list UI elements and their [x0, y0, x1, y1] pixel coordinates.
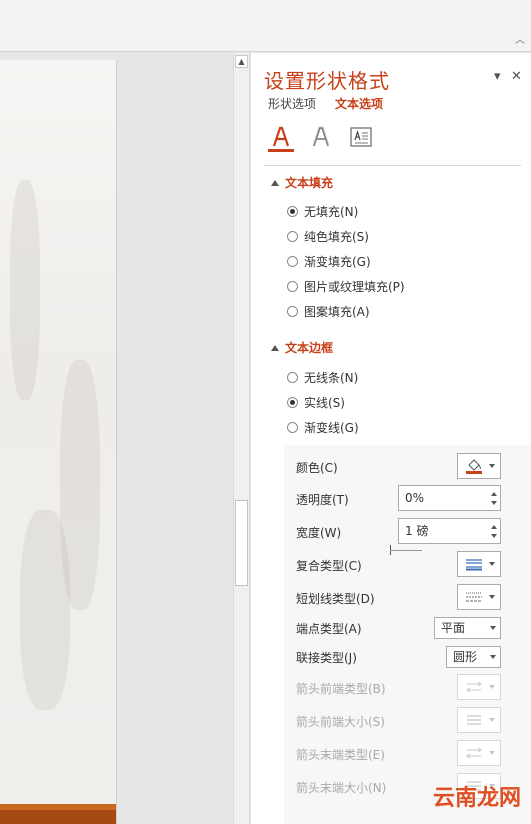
arrow-begin-type-button[interactable]: [457, 674, 501, 700]
radio-no-line[interactable]: 无线条(N): [287, 370, 358, 386]
slide-texture: [10, 180, 40, 400]
dash-lines-icon: [466, 592, 482, 602]
pane-title: 设置形状格式: [264, 69, 390, 93]
radio-solid-line[interactable]: 实线(S): [287, 395, 345, 411]
compound-type-label: 复合类型(C): [296, 559, 362, 573]
text-fill-outline-icon[interactable]: [269, 125, 293, 149]
arrow-begin-size-button[interactable]: [457, 707, 501, 733]
radio-picture-fill[interactable]: 图片或纹理填充(P): [287, 279, 405, 295]
join-type-select[interactable]: 圆形: [446, 646, 501, 668]
arrow-end-type-button[interactable]: [457, 740, 501, 766]
radio-button[interactable]: [287, 281, 298, 292]
textbox-icon[interactable]: [349, 125, 373, 149]
arrow-types-icon: [466, 747, 482, 759]
slide-canvas: [0, 53, 233, 824]
active-category-indicator: [268, 149, 294, 152]
transparency-spinner[interactable]: 0%: [398, 485, 501, 511]
radio-gradient-fill[interactable]: 渐变填充(G): [287, 254, 371, 270]
select-value: 圆形: [453, 650, 478, 664]
arrow-end-size-label: 箭头末端大小(N): [296, 781, 387, 795]
join-type-label: 联接类型(J): [296, 651, 357, 665]
slide-thumbnail[interactable]: [0, 60, 117, 824]
arrow-begin-type-label: 箭头前端类型(B): [296, 682, 386, 696]
radio-button[interactable]: [287, 306, 298, 317]
select-value: 平面: [441, 621, 466, 635]
pane-options-icon[interactable]: ▾: [494, 69, 501, 84]
radio-button[interactable]: [287, 206, 298, 217]
chevron-down-icon: [489, 718, 495, 722]
spin-up-icon[interactable]: [491, 492, 497, 496]
radio-button[interactable]: [287, 397, 298, 408]
radio-no-fill[interactable]: 无填充(N): [287, 204, 358, 220]
collapse-ribbon-icon[interactable]: ︿: [515, 36, 525, 46]
tab-shape-options[interactable]: 形状选项: [268, 95, 316, 112]
spin-down-icon[interactable]: [491, 534, 497, 538]
radio-label: 渐变线(G): [304, 421, 359, 435]
width-spinner[interactable]: 1 磅: [398, 518, 501, 544]
ribbon: ︿: [0, 0, 531, 52]
compound-type-button[interactable]: [457, 551, 501, 577]
transparency-slider[interactable]: [390, 550, 422, 551]
scroll-thumb[interactable]: [235, 500, 248, 586]
radio-gradient-line[interactable]: 渐变线(G): [287, 420, 359, 436]
color-label: 颜色(C): [296, 461, 338, 475]
radio-button[interactable]: [287, 231, 298, 242]
collapse-triangle-icon: [271, 345, 279, 351]
transparency-label: 透明度(T): [296, 493, 349, 507]
chevron-down-icon: [489, 751, 495, 755]
radio-button[interactable]: [287, 256, 298, 267]
chevron-down-icon: [489, 685, 495, 689]
text-effects-icon[interactable]: [309, 125, 333, 149]
radio-label: 渐变填充(G): [304, 255, 371, 269]
outline-color-button[interactable]: [457, 453, 501, 479]
chevron-down-icon: [490, 655, 496, 659]
radio-label: 实线(S): [304, 396, 345, 410]
arrow-sizes-icon: [467, 715, 481, 725]
radio-label: 图片或纹理填充(P): [304, 280, 405, 294]
outline-properties-panel: 颜色(C) 透明度(T) 0% 宽度(W) 1 磅 复合类型(C) 短划线类型(…: [284, 445, 531, 824]
chevron-down-icon: [490, 626, 496, 630]
radio-button[interactable]: [287, 422, 298, 433]
spinner-value: 0%: [405, 491, 425, 505]
width-label: 宽度(W): [296, 526, 342, 540]
section-title: 文本边框: [285, 341, 334, 355]
spinner-value: 1 磅: [405, 524, 429, 538]
dash-type-label: 短划线类型(D): [296, 592, 375, 606]
cap-type-select[interactable]: 平面: [434, 617, 501, 639]
slide-texture: [20, 510, 70, 710]
format-shape-pane: 设置形状格式 ▾ ✕ 形状选项 文本选项 文本填充 无填充(N) 纯色填充(S)…: [251, 53, 531, 824]
radio-pattern-fill[interactable]: 图案填充(A): [287, 304, 370, 320]
section-text-fill[interactable]: 文本填充: [271, 174, 333, 191]
radio-solid-fill[interactable]: 纯色填充(S): [287, 229, 369, 245]
chevron-down-icon: [489, 464, 495, 468]
chevron-down-icon: [489, 562, 495, 566]
radio-label: 图案填充(A): [304, 305, 370, 319]
spin-up-icon[interactable]: [491, 525, 497, 529]
section-text-outline[interactable]: 文本边框: [271, 339, 333, 356]
close-icon[interactable]: ✕: [511, 69, 522, 84]
slide-footer-bar: [0, 804, 116, 824]
arrow-end-type-label: 箭头末端类型(E): [296, 748, 385, 762]
radio-button[interactable]: [287, 372, 298, 383]
compound-lines-icon: [466, 559, 482, 571]
chevron-down-icon: [489, 595, 495, 599]
scroll-up-button[interactable]: ▲: [235, 55, 248, 68]
cap-type-label: 端点类型(A): [296, 622, 362, 636]
radio-label: 纯色填充(S): [304, 230, 369, 244]
radio-label: 无线条(N): [304, 371, 359, 385]
dash-type-button[interactable]: [457, 584, 501, 610]
watermark-logo: 云南龙网: [426, 780, 525, 812]
vertical-scrollbar[interactable]: ▲: [233, 53, 250, 824]
arrow-begin-size-label: 箭头前端大小(S): [296, 715, 385, 729]
tab-text-options[interactable]: 文本选项: [335, 95, 383, 112]
pane-divider: [264, 165, 521, 166]
paint-bucket-icon: [466, 459, 482, 474]
spin-down-icon[interactable]: [491, 501, 497, 505]
section-title: 文本填充: [285, 176, 334, 190]
watermark-text: 云南龙网: [432, 785, 521, 811]
radio-label: 无填充(N): [304, 205, 359, 219]
collapse-triangle-icon: [271, 180, 279, 186]
arrow-types-icon: [466, 681, 482, 693]
